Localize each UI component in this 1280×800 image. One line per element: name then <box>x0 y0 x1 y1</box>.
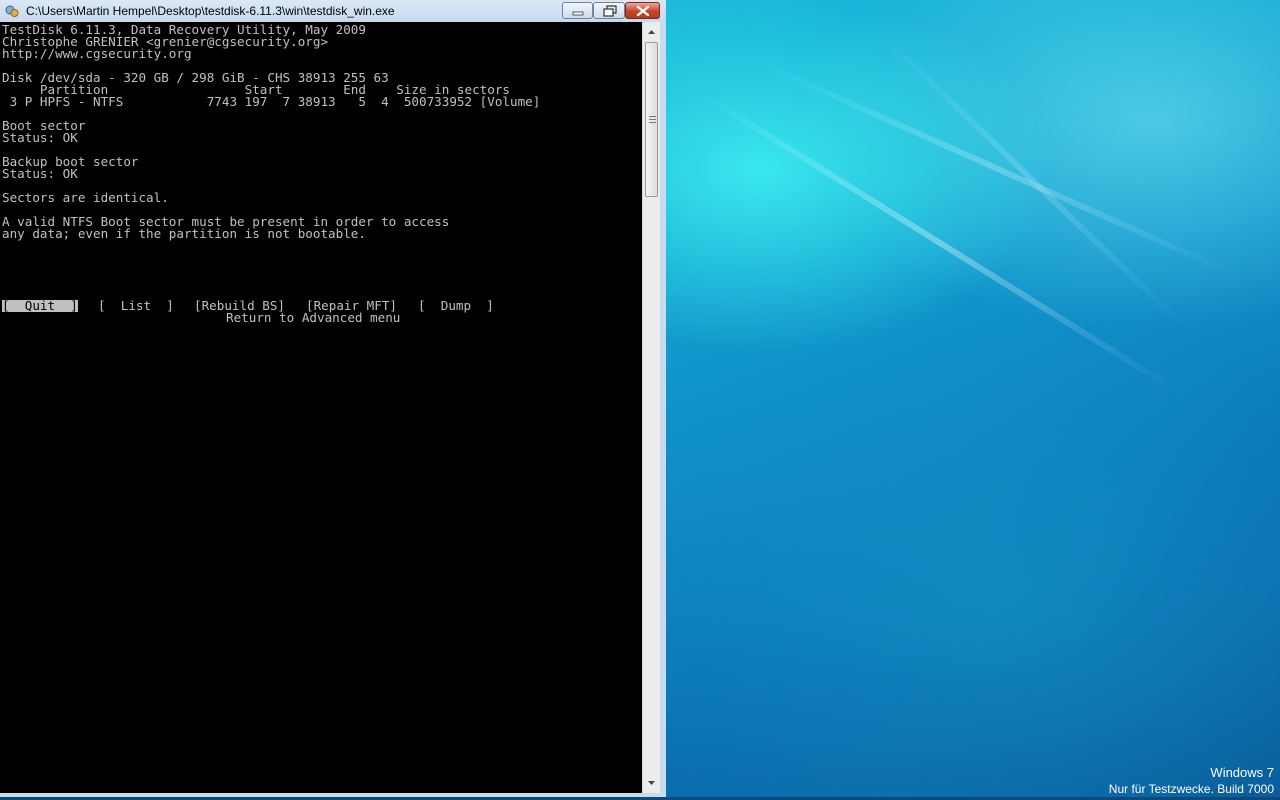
window-frame <box>660 22 666 797</box>
title-bar[interactable]: C:\Users\Martin Hempel\Desktop\testdisk-… <box>0 0 666 22</box>
window-frame <box>0 793 666 797</box>
window-title: C:\Users\Martin Hempel\Desktop\testdisk-… <box>26 4 395 18</box>
vertical-scrollbar[interactable] <box>642 22 660 793</box>
console-line: any data; even if the partition is not b… <box>2 226 366 241</box>
watermark-build-info: Nur für Testzwecke. Build 7000 <box>1108 782 1274 796</box>
console-line: 3 P HPFS - NTFS 7743 197 7 38913 5 4 500… <box>2 94 541 109</box>
grip-icon <box>649 116 656 124</box>
close-button[interactable] <box>625 2 660 19</box>
menu-hint: Return to Advanced menu <box>226 310 401 325</box>
console-window: C:\Users\Martin Hempel\Desktop\testdisk-… <box>0 0 666 797</box>
close-icon <box>636 5 650 17</box>
watermark-windows-version: Windows 7 <box>1210 765 1274 780</box>
terminal-app-icon <box>5 5 19 17</box>
scroll-up-arrow-icon[interactable] <box>643 24 660 41</box>
restore-icon <box>603 5 617 17</box>
restore-button[interactable] <box>593 2 625 19</box>
menu-quit[interactable]: [ Quit ] <box>2 299 78 312</box>
console-output[interactable]: TestDisk 6.11.3, Data Recovery Utility, … <box>0 22 642 793</box>
console-line: http://www.cgsecurity.org <box>2 46 192 61</box>
minimize-icon <box>572 11 584 16</box>
minimize-button[interactable] <box>562 2 593 19</box>
menu-dump[interactable]: [ Dump ] <box>418 299 494 312</box>
scrollbar-thumb[interactable] <box>645 42 658 197</box>
console-line: Sectors are identical. <box>2 190 169 205</box>
windows-watermark: Windows 7 Nur für Testzwecke. Build 7000 <box>1109 764 1274 798</box>
console-line: Status: OK <box>2 130 78 145</box>
menu-list[interactable]: [ List ] <box>98 299 174 312</box>
scroll-down-arrow-icon[interactable] <box>643 774 660 791</box>
console-line: Status: OK <box>2 166 78 181</box>
